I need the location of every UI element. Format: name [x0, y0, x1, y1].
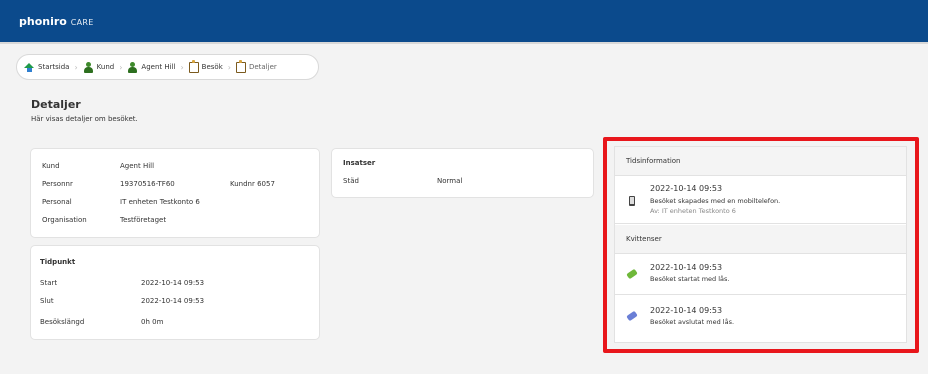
personal-value: IT enheten Testkonto 6	[120, 198, 200, 206]
breadcrumb-detaljer: Detaljer	[235, 59, 277, 73]
logo-sub: CARE	[70, 18, 94, 27]
breadcrumb-besok[interactable]: Besök	[188, 59, 223, 73]
time-card: Tidpunkt Start 2022-10-14 09:53 Slut 202…	[30, 245, 320, 340]
breadcrumb-separator: ›	[74, 62, 78, 72]
kund-value: Agent Hill	[120, 162, 155, 170]
insats-value: Normal	[437, 177, 463, 185]
page-title: Detaljer	[31, 98, 81, 111]
breadcrumb-separator: ›	[119, 62, 123, 72]
person-icon	[83, 61, 94, 73]
kundnr-value: Kundnr 6057	[230, 180, 275, 188]
home-icon	[24, 62, 35, 72]
customer-card: Kund Agent Hill Personnr 19370516-TF60 K…	[30, 148, 320, 238]
besokslangd-value: 0h 0m	[141, 318, 164, 326]
besokslangd-label: Besökslängd	[40, 318, 85, 326]
breadcrumb-startsida[interactable]: Startsida	[24, 62, 70, 72]
clipboard-icon	[188, 59, 199, 73]
highlight-box	[603, 137, 919, 353]
breadcrumb: Startsida › Kund › Agent Hill › Besök › …	[16, 54, 319, 80]
organisation-value: Testföretaget	[120, 216, 167, 224]
person-icon	[127, 61, 138, 73]
logo[interactable]: phoniro CARE	[19, 15, 94, 28]
personnr-value: 19370516-TF60	[120, 180, 175, 188]
top-bar: phoniro CARE	[0, 0, 928, 42]
start-label: Start	[40, 279, 58, 287]
breadcrumb-label: Agent Hill	[141, 63, 176, 71]
kund-label: Kund	[42, 162, 60, 170]
breadcrumb-separator: ›	[180, 62, 184, 72]
insats-label: Städ	[343, 177, 359, 185]
slut-label: Slut	[40, 297, 54, 305]
logo-main: phoniro	[19, 15, 67, 28]
breadcrumb-label: Besök	[201, 63, 223, 71]
page-subtitle: Här visas detaljer om besöket.	[31, 115, 138, 123]
clipboard-icon	[235, 59, 246, 73]
personnr-label: Personnr	[42, 180, 73, 188]
personal-label: Personal	[42, 198, 72, 206]
breadcrumb-separator: ›	[227, 62, 231, 72]
start-value: 2022-10-14 09:53	[141, 279, 205, 287]
breadcrumb-label: Kund	[96, 63, 115, 71]
breadcrumb-label: Detaljer	[248, 63, 277, 71]
services-card: Insatser Städ Normal	[331, 148, 594, 198]
organisation-label: Organisation	[42, 216, 87, 224]
breadcrumb-kund[interactable]: Kund	[83, 61, 115, 73]
breadcrumb-label: Startsida	[38, 63, 70, 71]
tidpunkt-heading: Tidpunkt	[40, 258, 76, 266]
insatser-heading: Insatser	[343, 159, 376, 167]
slut-value: 2022-10-14 09:53	[141, 297, 205, 305]
breadcrumb-agent-hill[interactable]: Agent Hill	[127, 61, 176, 73]
